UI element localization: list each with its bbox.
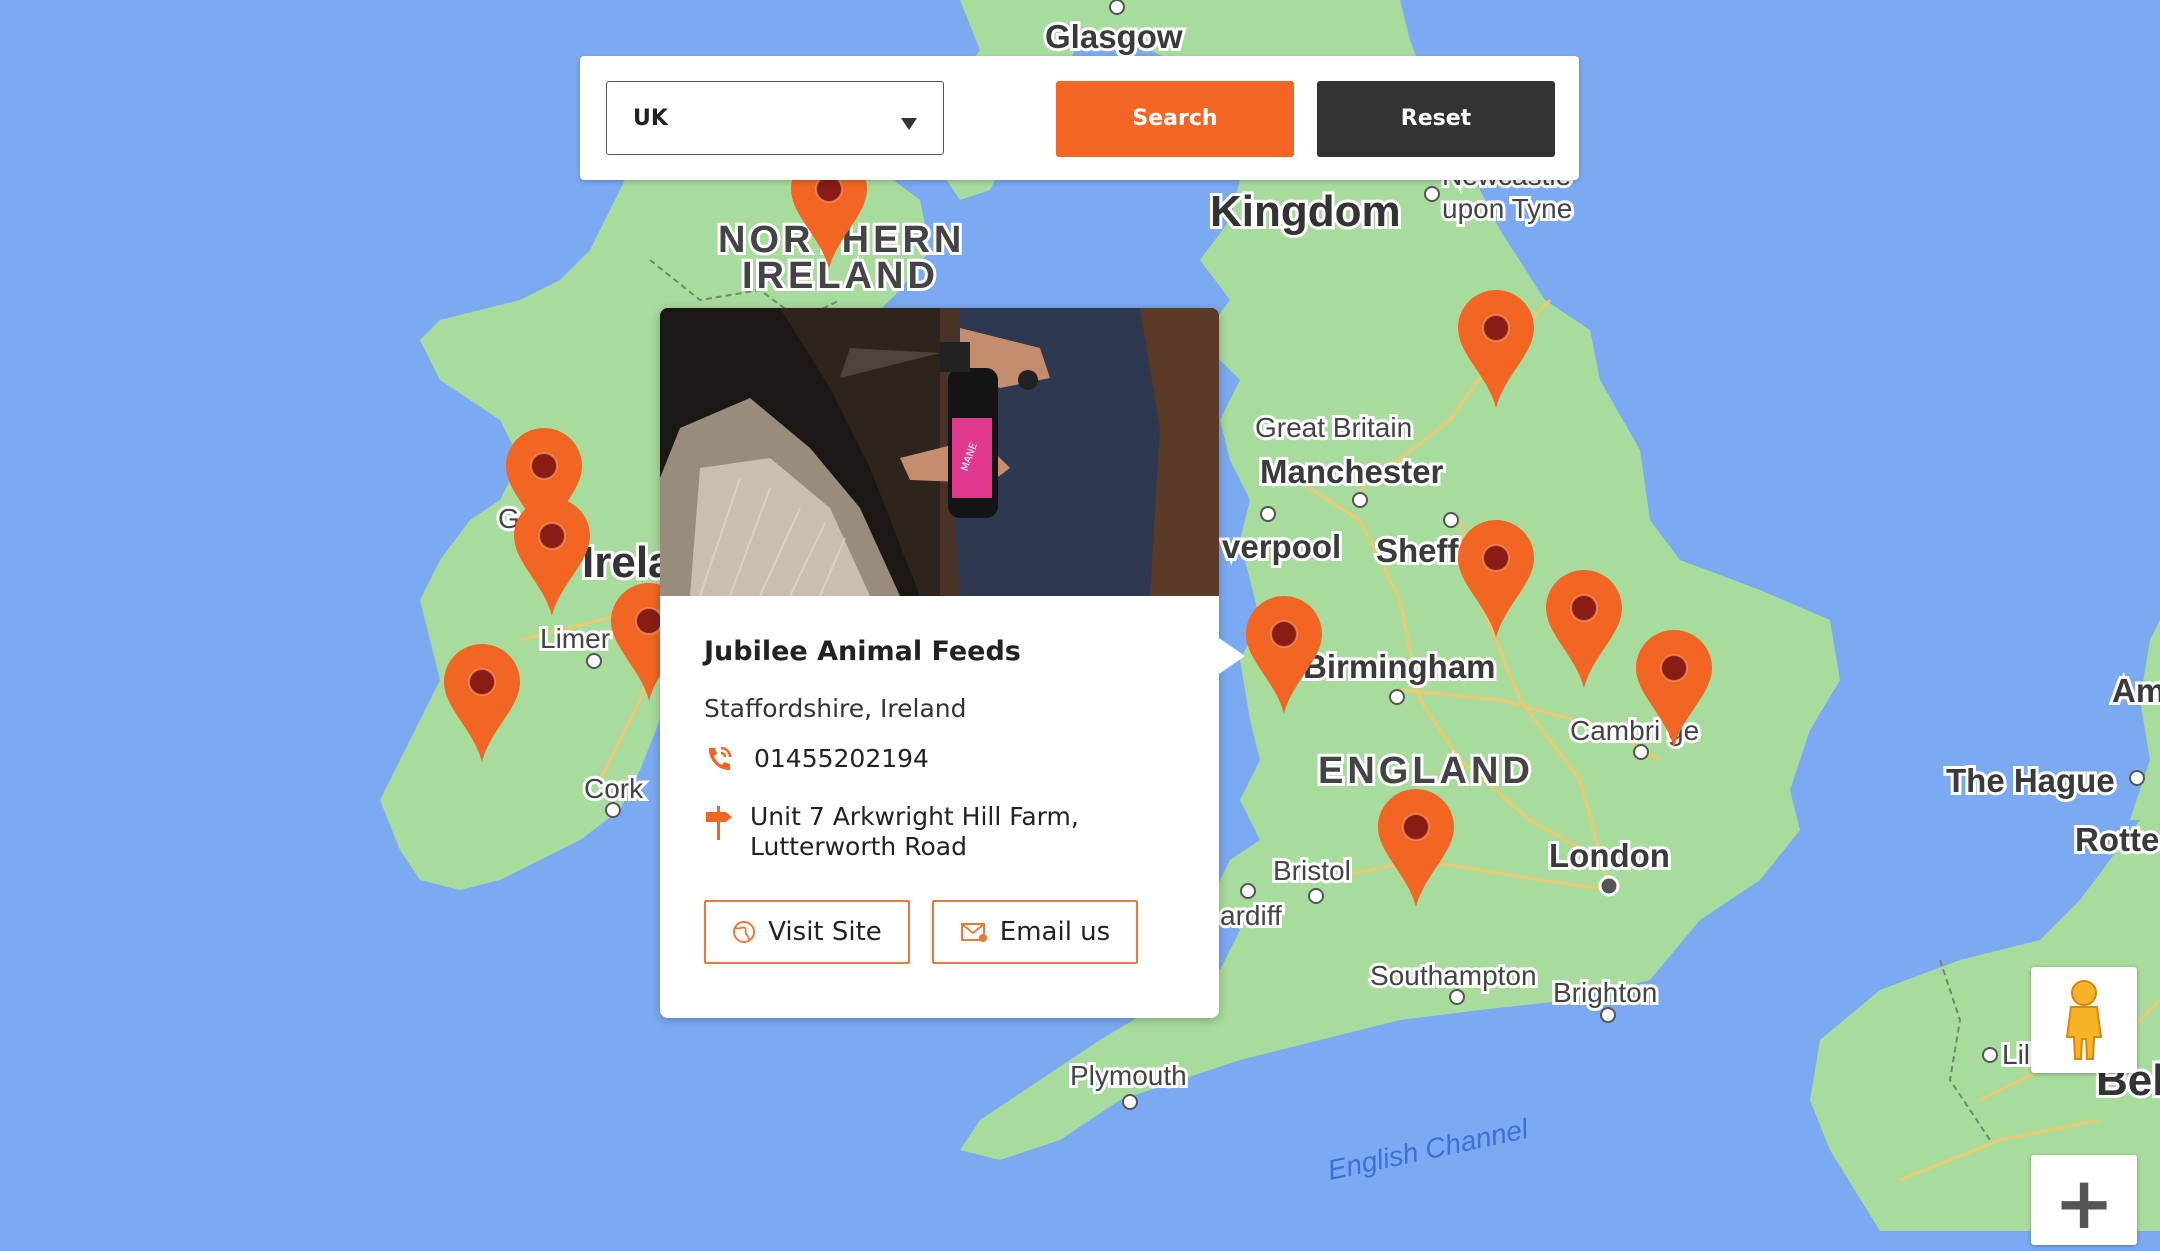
popup-photo: MANE <box>660 308 1219 596</box>
popup-pointer <box>1219 638 1245 674</box>
globe-icon <box>733 921 756 943</box>
country-select[interactable]: UK <box>606 81 944 155</box>
label-glasgow: Glasgow <box>1045 18 1183 55</box>
location-popup: MANE Jubilee Animal Feeds Staffordshire,… <box>660 308 1245 1018</box>
label-sheffield: Sheff <box>1376 532 1460 569</box>
pegman-icon <box>2065 980 2103 1060</box>
label-rotterdam: Rotte <box>2075 821 2159 858</box>
email-us-button[interactable]: Email us <box>932 900 1138 964</box>
label-cork: Cork <box>584 773 644 804</box>
popup-title: Jubilee Animal Feeds <box>704 636 1021 667</box>
label-northern-ireland-2: IRELAND <box>742 255 939 297</box>
street-view-pegman[interactable] <box>2031 967 2137 1073</box>
label-liverpool: verpool <box>1222 528 1341 565</box>
label-great-britain: Great Britain <box>1255 412 1412 443</box>
london-dot <box>1598 875 1620 897</box>
label-england: ENGLAND <box>1318 750 1534 792</box>
phone-icon <box>708 746 732 771</box>
address-row: Unit 7 Arkwright Hill Farm, Lutterworth … <box>704 802 1079 862</box>
reset-button[interactable]: Reset <box>1317 81 1555 157</box>
label-limerick: Limer <box>540 623 610 654</box>
search-button[interactable]: Search <box>1056 81 1294 157</box>
label-birmingham: Birmingham <box>1303 648 1496 685</box>
label-manchester: Manchester <box>1260 453 1444 490</box>
label-plymouth: Plymouth <box>1070 1060 1187 1091</box>
popup-location: Staffordshire, Ireland <box>704 694 967 723</box>
label-amsterdam: Am <box>2112 672 2160 709</box>
label-the-hague: The Hague <box>1946 762 2115 799</box>
label-newcastle-2: upon Tyne <box>1442 193 1572 224</box>
label-cardiff: ardiff <box>1220 900 1282 931</box>
country-select-value: UK <box>633 106 668 131</box>
visit-site-button[interactable]: Visit Site <box>704 900 910 964</box>
chevron-down-icon <box>901 118 917 130</box>
label-kingdom: Kingdom <box>1210 187 1401 236</box>
search-panel: UK Search Reset <box>580 56 1579 180</box>
visit-site-label: Visit Site <box>768 917 882 947</box>
popup-phone: 01455202194 <box>754 744 929 773</box>
phone-row: 01455202194 <box>704 744 929 774</box>
label-brighton: Brighton <box>1553 977 1657 1008</box>
popup-address-line2: Lutterworth Road <box>750 832 967 861</box>
label-bristol: Bristol <box>1273 855 1351 886</box>
signpost-icon <box>706 806 732 840</box>
mail-icon <box>960 923 987 942</box>
popup-address-line1: Unit 7 Arkwright Hill Farm, <box>750 802 1079 831</box>
email-us-label: Email us <box>999 917 1111 947</box>
label-southampton: Southampton <box>1370 960 1537 991</box>
label-lille: Lil <box>2002 1039 2030 1070</box>
label-london: London <box>1549 837 1670 874</box>
zoom-in-button[interactable]: + <box>2031 1155 2137 1245</box>
